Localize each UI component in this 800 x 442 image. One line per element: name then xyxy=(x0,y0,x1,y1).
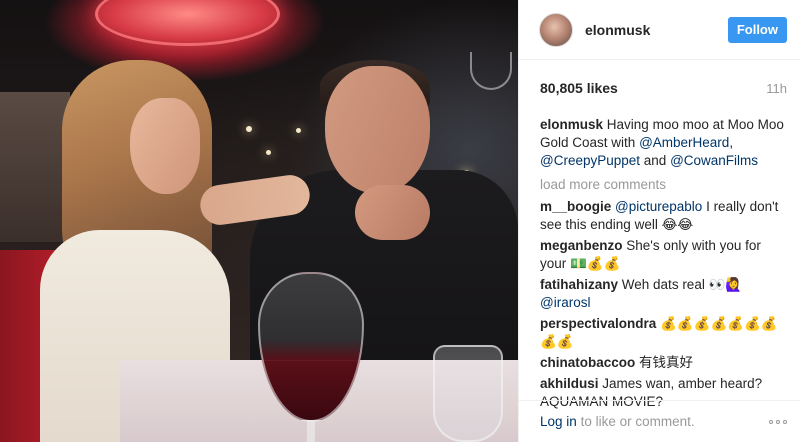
dot xyxy=(776,419,780,424)
water-glass xyxy=(433,345,503,442)
post-caption: elonmusk Having moo moo at Moo Moo Gold … xyxy=(540,116,788,170)
load-more-comments-button[interactable]: load more comments xyxy=(540,176,788,194)
wine-glass-stem xyxy=(307,420,315,442)
comment-username[interactable]: meganbenzo xyxy=(540,238,623,253)
comment-username[interactable]: m__boogie xyxy=(540,199,611,214)
login-prompt: Log in to like or comment. xyxy=(540,414,695,429)
comment-item: meganbenzo She's only with you for your … xyxy=(540,237,788,273)
background-window xyxy=(0,92,70,242)
comment-list: elonmusk Having moo moo at Moo Moo Gold … xyxy=(540,116,788,414)
like-count[interactable]: 80,805 likes xyxy=(540,80,618,96)
caption-and: and xyxy=(643,153,667,168)
bokeh-light xyxy=(266,150,271,155)
post-side-panel: elonmusk Follow 80,805 likes 11h elonmus… xyxy=(518,0,800,442)
comment-username[interactable]: akhildusi xyxy=(540,376,599,391)
more-options-icon[interactable] xyxy=(769,412,787,432)
man-hands xyxy=(355,185,430,240)
comment-mention[interactable]: @irarosl xyxy=(540,295,590,310)
bokeh-light xyxy=(296,128,301,133)
profile-avatar[interactable] xyxy=(539,12,573,47)
comment-text: 有钱真好 xyxy=(639,355,694,370)
caption-mention[interactable]: @CowanFilms xyxy=(670,153,758,168)
post-meta: 80,805 likes 11h xyxy=(540,80,787,96)
login-prompt-text: to like or comment. xyxy=(580,414,695,429)
red-pendant-lamp xyxy=(95,0,280,46)
hanging-glass xyxy=(470,52,512,90)
post-footer: Log in to like or comment. xyxy=(519,400,800,442)
follow-button[interactable]: Follow xyxy=(727,16,787,43)
header-username[interactable]: elonmusk xyxy=(585,22,728,38)
comment-username[interactable]: fatihahizany xyxy=(540,277,618,292)
caption-mention[interactable]: @AmberHeard xyxy=(639,135,729,150)
caption-separator: , xyxy=(729,135,734,150)
dot xyxy=(783,419,787,424)
bokeh-light xyxy=(246,126,252,132)
comment-item: perspectivalondra 💰💰💰💰💰💰💰💰💰 xyxy=(540,315,788,351)
comment-item: fatihahizany Weh dats real 👀🙋‍♀️ @iraros… xyxy=(540,276,788,312)
login-link[interactable]: Log in xyxy=(540,414,577,429)
comment-username[interactable]: chinatobaccoo xyxy=(540,355,635,370)
dot xyxy=(769,419,773,424)
post-timestamp[interactable]: 11h xyxy=(766,81,787,96)
comment-text: Weh dats real 👀🙋‍♀️ xyxy=(621,277,743,292)
comment-item: m__boogie @picturepablo I really don't s… xyxy=(540,198,788,234)
comment-item: chinatobaccoo 有钱真好 xyxy=(540,354,788,372)
caption-mention[interactable]: @CreepyPuppet xyxy=(540,153,640,168)
comment-mention[interactable]: @picturepablo xyxy=(615,199,702,214)
woman-face xyxy=(130,98,200,194)
comment-username[interactable]: perspectivalondra xyxy=(540,316,656,331)
post-photo[interactable] xyxy=(0,0,518,442)
man-face xyxy=(325,66,430,194)
post-header: elonmusk Follow xyxy=(519,0,800,60)
caption-username[interactable]: elonmusk xyxy=(540,117,603,132)
